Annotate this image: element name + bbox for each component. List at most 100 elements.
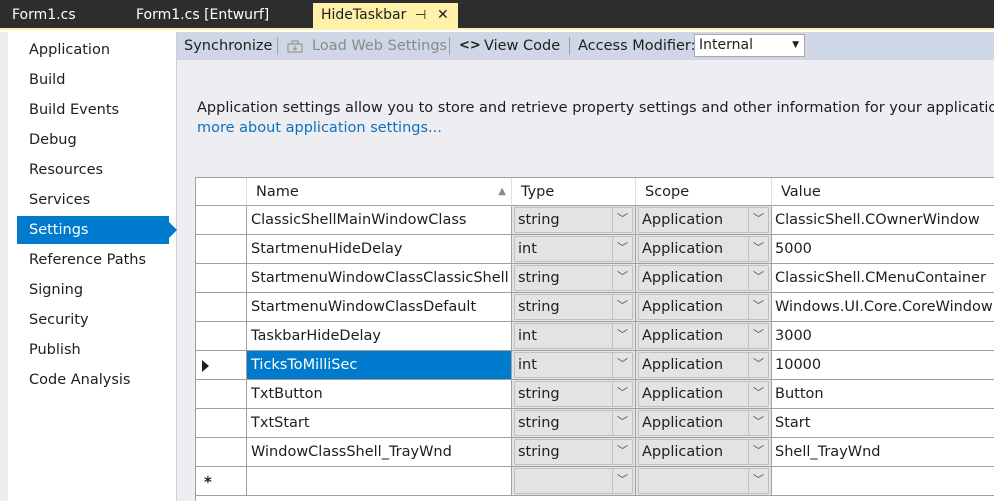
setting-scope-cell[interactable]: Application ﹀ bbox=[636, 380, 772, 409]
nav-item-publish[interactable]: Publish bbox=[17, 336, 169, 364]
scope-dropdown[interactable]: Application ﹀ bbox=[638, 410, 769, 436]
column-header-name[interactable]: Name ▲ bbox=[247, 178, 512, 206]
setting-scope-cell[interactable]: Application ﹀ bbox=[636, 322, 772, 351]
nav-item-build[interactable]: Build bbox=[17, 66, 169, 94]
setting-type-cell[interactable]: string ﹀ bbox=[512, 409, 636, 438]
setting-name-cell[interactable]: TicksToMilliSec bbox=[247, 351, 512, 380]
nav-item-security[interactable]: Security bbox=[17, 306, 169, 334]
chevron-down-icon[interactable]: ﹀ bbox=[612, 266, 632, 290]
chevron-down-icon[interactable]: ﹀ bbox=[748, 266, 768, 290]
nav-item-settings[interactable]: Settings bbox=[17, 216, 177, 244]
setting-value-cell[interactable]: 5000 bbox=[772, 235, 994, 264]
setting-value-cell[interactable] bbox=[772, 467, 994, 496]
row-header[interactable]: * bbox=[196, 467, 247, 496]
type-dropdown[interactable]: string ﹀ bbox=[514, 439, 633, 465]
setting-value-cell[interactable]: 3000 bbox=[772, 322, 994, 351]
scope-dropdown[interactable]: Application ﹀ bbox=[638, 207, 769, 233]
setting-type-cell[interactable]: string ﹀ bbox=[512, 380, 636, 409]
setting-value-cell[interactable]: ClassicShell.COwnerWindow bbox=[772, 206, 994, 235]
column-header-value[interactable]: Value bbox=[772, 178, 994, 206]
setting-type-cell[interactable]: ﹀ bbox=[512, 467, 636, 496]
table-row[interactable]: StartmenuWindowClassDefault string ﹀ Appl… bbox=[196, 293, 994, 322]
setting-name-cell[interactable]: TxtStart bbox=[247, 409, 512, 438]
setting-type-cell[interactable]: int ﹀ bbox=[512, 235, 636, 264]
row-header[interactable] bbox=[196, 380, 247, 409]
setting-value-cell[interactable]: 10000 bbox=[772, 351, 994, 380]
chevron-down-icon[interactable]: ﹀ bbox=[748, 382, 768, 406]
row-header[interactable] bbox=[196, 264, 247, 293]
row-header[interactable] bbox=[196, 409, 247, 438]
pin-icon[interactable]: ⊣ bbox=[415, 3, 426, 28]
setting-name-cell[interactable]: TaskbarHideDelay bbox=[247, 322, 512, 351]
setting-type-cell[interactable]: string ﹀ bbox=[512, 438, 636, 467]
setting-scope-cell[interactable]: Application ﹀ bbox=[636, 409, 772, 438]
access-modifier-select[interactable]: Internal ▼ bbox=[694, 34, 805, 57]
synchronize-button[interactable]: Synchronize bbox=[184, 32, 272, 60]
setting-name-cell[interactable]: ClassicShellMainWindowClass bbox=[247, 206, 512, 235]
setting-type-cell[interactable]: string ﹀ bbox=[512, 206, 636, 235]
type-dropdown[interactable]: string ﹀ bbox=[514, 410, 633, 436]
load-web-settings-button[interactable]: Load Web Settings bbox=[312, 32, 447, 60]
chevron-down-icon[interactable]: ﹀ bbox=[612, 353, 632, 377]
learn-more-link[interactable]: more about application settings... bbox=[197, 118, 994, 138]
row-header[interactable] bbox=[196, 206, 247, 235]
setting-value-cell[interactable]: ClassicShell.CMenuContainer bbox=[772, 264, 994, 293]
table-row[interactable]: WindowClassShell_TrayWnd string ﹀ Applica… bbox=[196, 438, 994, 467]
chevron-down-icon[interactable]: ﹀ bbox=[748, 440, 768, 464]
type-dropdown[interactable]: string ﹀ bbox=[514, 294, 633, 320]
view-code-button[interactable]: View Code bbox=[484, 32, 560, 60]
setting-value-cell[interactable]: Start bbox=[772, 409, 994, 438]
nav-item-reference-paths[interactable]: Reference Paths bbox=[17, 246, 169, 274]
chevron-down-icon[interactable]: ﹀ bbox=[748, 295, 768, 319]
chevron-down-icon[interactable]: ﹀ bbox=[748, 411, 768, 435]
nav-item-debug[interactable]: Debug bbox=[17, 126, 169, 154]
chevron-down-icon[interactable]: ﹀ bbox=[612, 411, 632, 435]
setting-value-cell[interactable]: Button bbox=[772, 380, 994, 409]
scope-dropdown[interactable]: Application ﹀ bbox=[638, 294, 769, 320]
setting-name-cell[interactable]: StartmenuWindowClassDefault bbox=[247, 293, 512, 322]
chevron-down-icon[interactable]: ﹀ bbox=[612, 440, 632, 464]
table-row[interactable]: TxtButton string ﹀ Application ﹀ Button bbox=[196, 380, 994, 409]
type-dropdown[interactable]: int ﹀ bbox=[514, 323, 633, 349]
chevron-down-icon[interactable]: ﹀ bbox=[748, 237, 768, 261]
setting-scope-cell[interactable]: ﹀ bbox=[636, 467, 772, 496]
setting-name-cell[interactable]: TxtButton bbox=[247, 380, 512, 409]
tab-form1-cs-design[interactable]: Form1.cs [Entwurf] bbox=[124, 3, 281, 28]
chevron-down-icon[interactable]: ﹀ bbox=[612, 295, 632, 319]
row-header[interactable] bbox=[196, 351, 247, 380]
chevron-down-icon[interactable]: ﹀ bbox=[612, 469, 632, 493]
chevron-down-icon[interactable]: ﹀ bbox=[612, 382, 632, 406]
setting-type-cell[interactable]: int ﹀ bbox=[512, 322, 636, 351]
type-dropdown[interactable]: string ﹀ bbox=[514, 265, 633, 291]
scope-dropdown[interactable]: Application ﹀ bbox=[638, 323, 769, 349]
chevron-down-icon[interactable]: ﹀ bbox=[612, 324, 632, 348]
tab-form1-cs[interactable]: Form1.cs bbox=[0, 3, 88, 28]
row-header[interactable] bbox=[196, 322, 247, 351]
chevron-down-icon[interactable]: ﹀ bbox=[612, 208, 632, 232]
chevron-down-icon[interactable]: ﹀ bbox=[612, 237, 632, 261]
column-header-scope[interactable]: Scope bbox=[636, 178, 772, 206]
table-row[interactable]: TxtStart string ﹀ Application ﹀ Start bbox=[196, 409, 994, 438]
setting-type-cell[interactable]: string ﹀ bbox=[512, 264, 636, 293]
table-row[interactable]: TaskbarHideDelay int ﹀ Application ﹀ 3000 bbox=[196, 322, 994, 351]
nav-item-code-analysis[interactable]: Code Analysis bbox=[17, 366, 169, 394]
type-dropdown[interactable]: int ﹀ bbox=[514, 236, 633, 262]
scope-dropdown[interactable]: Application ﹀ bbox=[638, 236, 769, 262]
row-header[interactable] bbox=[196, 293, 247, 322]
nav-item-application[interactable]: Application bbox=[17, 36, 169, 64]
scope-dropdown[interactable]: Application ﹀ bbox=[638, 439, 769, 465]
setting-scope-cell[interactable]: Application ﹀ bbox=[636, 235, 772, 264]
scope-dropdown[interactable]: ﹀ bbox=[638, 468, 769, 494]
row-header[interactable] bbox=[196, 438, 247, 467]
type-dropdown[interactable]: string ﹀ bbox=[514, 207, 633, 233]
table-row[interactable]: StartmenuWindowClassClassicShell string ﹀… bbox=[196, 264, 994, 293]
setting-value-cell[interactable]: Shell_TrayWnd bbox=[772, 438, 994, 467]
table-row[interactable]: ClassicShellMainWindowClass string ﹀ Appl… bbox=[196, 206, 994, 235]
chevron-down-icon[interactable]: ﹀ bbox=[748, 324, 768, 348]
scope-dropdown[interactable]: Application ﹀ bbox=[638, 352, 769, 378]
tab-hidetaskbar[interactable]: HideTaskbar ⊣ ✕ bbox=[313, 3, 458, 28]
setting-scope-cell[interactable]: Application ﹀ bbox=[636, 293, 772, 322]
setting-name-cell[interactable]: StartmenuHideDelay bbox=[247, 235, 512, 264]
nav-item-services[interactable]: Services bbox=[17, 186, 169, 214]
table-row-new[interactable]: * ﹀ ﹀ bbox=[196, 467, 994, 496]
